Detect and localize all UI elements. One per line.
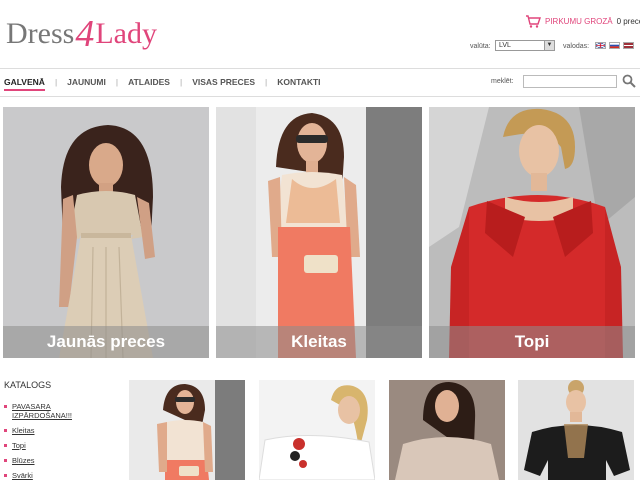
search-label: meklēt: — [491, 78, 514, 85]
banner-photo-coral-dress — [216, 107, 422, 358]
flag-english-icon[interactable] — [595, 42, 606, 49]
product-thumbnail[interactable] — [129, 380, 245, 480]
main-nav: GALVENĀ | JAUNUMI | ATLAIDES | VISAS PRE… — [4, 77, 321, 91]
nav-separator: | — [54, 77, 58, 87]
search-input[interactable] — [523, 75, 617, 88]
product-photo-white-top — [259, 380, 375, 480]
cart-count: 0 preces — [616, 17, 640, 26]
cart-label: PIRKUMU GROZĀ — [545, 17, 613, 26]
product-thumbnail[interactable] — [518, 380, 634, 480]
product-thumbnail[interactable] — [389, 380, 505, 480]
catalog-item-blouses[interactable]: Blūzes — [12, 456, 35, 465]
catalog-item-dresses[interactable]: Kleitas — [12, 426, 35, 435]
banner-photo-red-top — [429, 107, 635, 358]
currency-label: valūta: — [470, 43, 491, 50]
banner-caption: Topi — [429, 326, 635, 358]
catalog-list: PAVASARA IZPĀRDOŠANA!!! Kleitas Topi Blū… — [4, 402, 82, 486]
nav-divider-bottom — [0, 96, 640, 97]
banner-tops[interactable]: Topi — [429, 107, 635, 358]
banner-caption: Kleitas — [216, 326, 422, 358]
catalog-title: KATALOGS — [4, 380, 52, 390]
logo-text-dress: Dress — [6, 17, 75, 50]
site-logo[interactable]: Dress4Lady — [6, 14, 157, 53]
nav-item-kontakti[interactable]: KONTAKTI — [277, 77, 320, 91]
logo-text-four: 4 — [75, 13, 95, 55]
nav-divider-top — [0, 68, 640, 69]
flag-latvian-icon[interactable] — [623, 42, 634, 49]
nav-separator: | — [179, 77, 183, 87]
nav-item-visas-preces[interactable]: VISAS PRECES — [192, 77, 255, 91]
list-item: Kleitas — [4, 426, 82, 435]
list-item: PAVASARA IZPĀRDOŠANA!!! — [4, 402, 82, 420]
list-item: Svārki — [4, 471, 82, 480]
product-photo-beige-blouse — [389, 380, 505, 480]
product-photo-coral-dress — [129, 380, 245, 480]
currency-select[interactable]: LVL ▼ — [495, 40, 555, 51]
cart-link[interactable]: PIRKUMU GROZĀ 0 preces — [525, 15, 640, 28]
banner-dresses[interactable]: Kleitas — [216, 107, 422, 358]
list-item: Topi — [4, 441, 82, 450]
product-thumbnail[interactable] — [259, 380, 375, 480]
search-icon[interactable] — [622, 74, 636, 93]
list-item: Blūzes — [4, 456, 82, 465]
catalog-item-skirts[interactable]: Svārki — [12, 471, 33, 480]
banner-photo-beige-dress — [3, 107, 209, 358]
chevron-down-icon: ▼ — [544, 41, 554, 50]
banner-new-arrivals[interactable]: Jaunās preces — [3, 107, 209, 358]
flag-russian-icon[interactable] — [609, 42, 620, 49]
language-label: valodas: — [563, 43, 590, 50]
currency-value: LVL — [499, 42, 511, 49]
catalog-item-tops[interactable]: Topi — [12, 441, 26, 450]
nav-separator: | — [265, 77, 268, 87]
product-photo-black-top — [518, 380, 634, 480]
nav-item-atlaides[interactable]: ATLAIDES — [128, 77, 170, 91]
logo-text-lady: Lady — [95, 17, 157, 50]
nav-separator: | — [115, 77, 119, 87]
banner-caption: Jaunās preces — [3, 326, 209, 358]
catalog-item-spring-sale[interactable]: PAVASARA IZPĀRDOŠANA!!! — [12, 402, 72, 420]
shopping-cart-icon — [526, 15, 541, 28]
nav-item-galvena[interactable]: GALVENĀ — [4, 77, 45, 91]
nav-item-jaunumi[interactable]: JAUNUMI — [67, 77, 106, 91]
